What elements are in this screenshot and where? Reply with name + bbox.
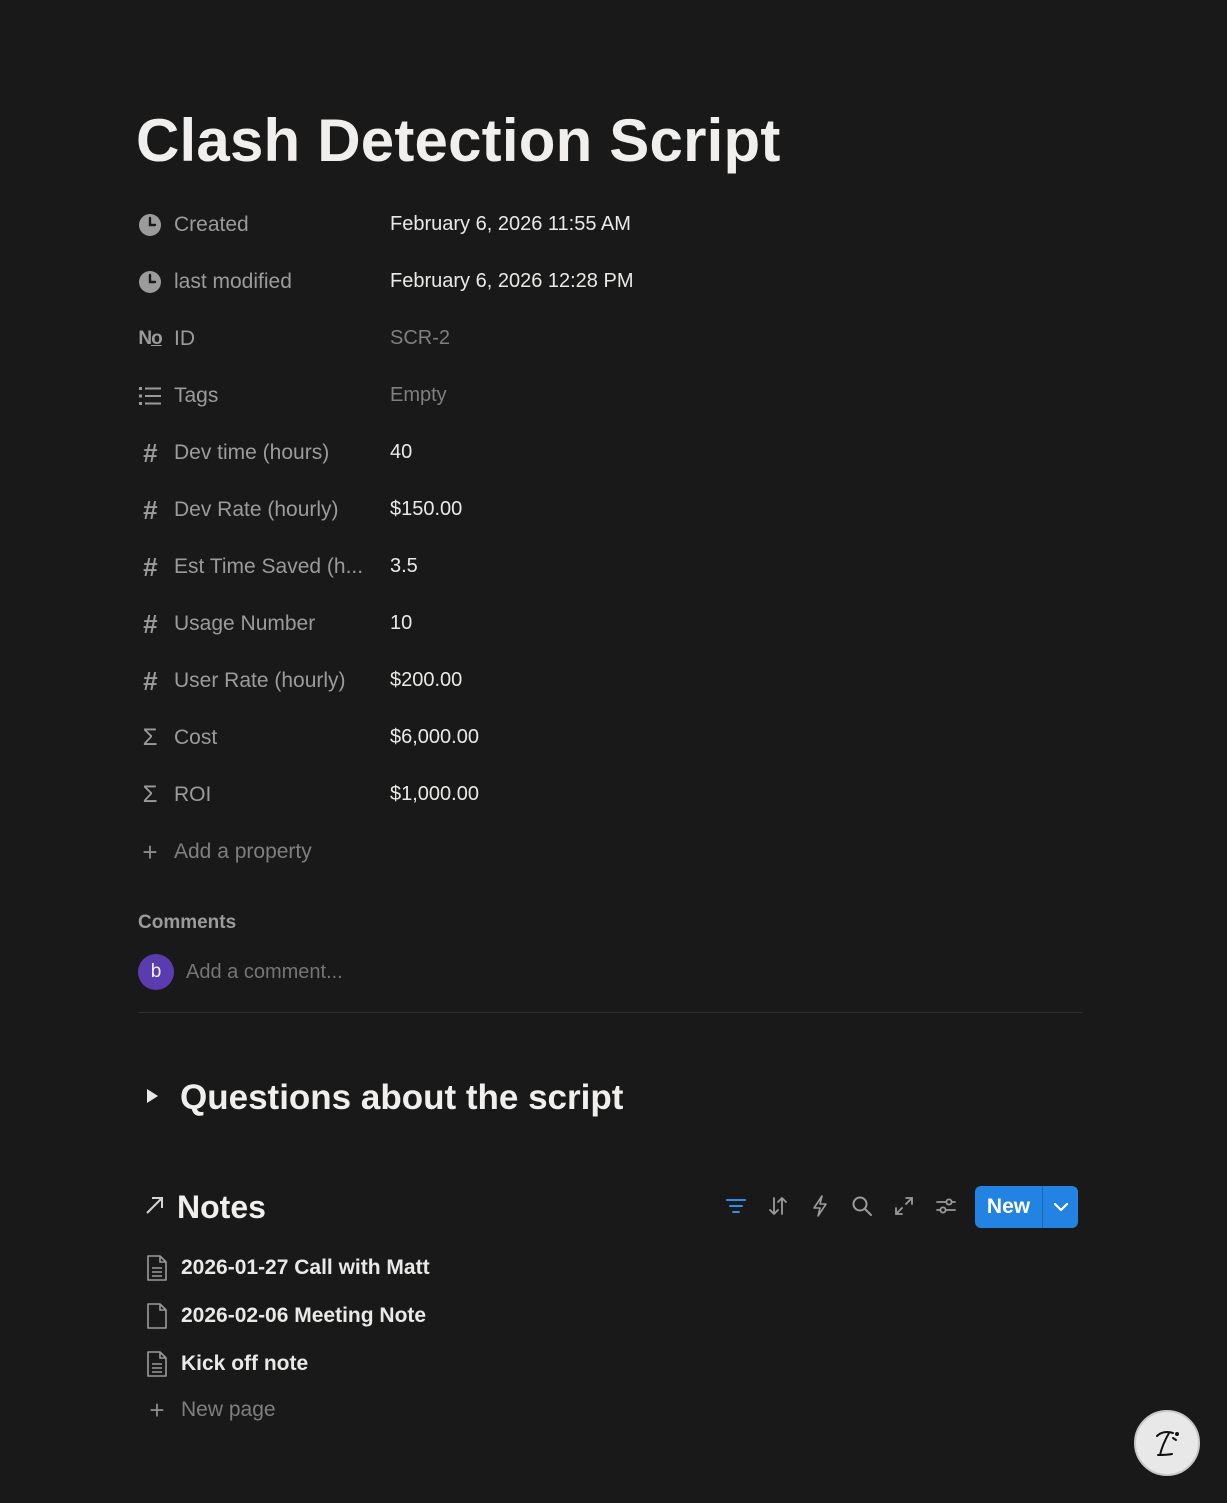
triangle-right-icon[interactable]: [144, 1087, 168, 1110]
list-item[interactable]: 2026-01-27 Call with Matt: [144, 1244, 430, 1292]
toggle-block[interactable]: Questions about the script: [144, 1078, 623, 1118]
add-property-label: Add a property: [174, 839, 312, 863]
property-name: Created: [174, 212, 249, 236]
property-roi[interactable]: Σ ROI $1,000.00: [136, 766, 1082, 823]
lightning-icon[interactable]: [806, 1192, 834, 1220]
list-item[interactable]: Kick off note: [144, 1340, 430, 1388]
hash-icon: #: [142, 437, 158, 468]
property-value[interactable]: $200.00: [390, 669, 462, 692]
comment-input[interactable]: [186, 960, 586, 984]
divider: [138, 1012, 1082, 1013]
database-toolbar: [722, 1192, 960, 1220]
property-est-time-saved[interactable]: # Est Time Saved (h... 3.5: [136, 538, 1082, 595]
new-button[interactable]: New: [975, 1186, 1078, 1228]
property-tags[interactable]: Tags Empty: [136, 367, 1082, 424]
comment-composer[interactable]: b: [138, 954, 586, 990]
note-title[interactable]: Kick off note: [181, 1352, 308, 1376]
arrow-up-right-icon[interactable]: [144, 1194, 166, 1221]
property-name: ID: [174, 326, 195, 350]
note-title[interactable]: 2026-01-27 Call with Matt: [181, 1256, 430, 1280]
property-dev-rate[interactable]: # Dev Rate (hourly) $150.00: [136, 481, 1082, 538]
new-page-button[interactable]: + New page: [144, 1388, 430, 1432]
property-user-rate[interactable]: # User Rate (hourly) $200.00: [136, 652, 1082, 709]
chevron-down-icon[interactable]: [1043, 1201, 1078, 1213]
list-item[interactable]: 2026-02-06 Meeting Note: [144, 1292, 430, 1340]
property-value: $6,000.00: [390, 726, 479, 748]
property-value[interactable]: 3.5: [390, 555, 418, 578]
plus-icon: +: [149, 1395, 165, 1425]
search-icon[interactable]: [848, 1192, 876, 1220]
avatar: b: [138, 954, 174, 990]
property-value: SCR-2: [390, 327, 451, 349]
sigma-icon: Σ: [142, 780, 158, 808]
sort-icon[interactable]: [764, 1192, 792, 1220]
properties-list: Created February 6, 2026 11:55 AM last m…: [136, 196, 1082, 880]
new-button-label[interactable]: New: [975, 1195, 1042, 1219]
property-name: Dev Rate (hourly): [174, 497, 339, 521]
settings-sliders-icon[interactable]: [932, 1192, 960, 1220]
notion-ai-face-icon[interactable]: [1134, 1410, 1200, 1476]
property-value: February 6, 2026 11:55 AM: [390, 213, 631, 235]
property-value[interactable]: 10: [390, 612, 412, 635]
new-page-label: New page: [181, 1398, 276, 1421]
property-name: Cost: [174, 725, 218, 749]
property-value[interactable]: $150.00: [390, 498, 462, 521]
page-title[interactable]: Clash Detection Script: [136, 106, 781, 175]
property-value[interactable]: 40: [390, 441, 412, 464]
property-name: ROI: [174, 782, 212, 806]
notes-title[interactable]: Notes: [177, 1189, 266, 1226]
document-lines-icon: [144, 1349, 170, 1379]
property-name: Usage Number: [174, 611, 316, 635]
hash-icon: #: [142, 494, 158, 525]
hash-icon: #: [142, 608, 158, 639]
add-property-button[interactable]: + Add a property: [136, 823, 1082, 880]
property-last-modified[interactable]: last modified February 6, 2026 12:28 PM: [136, 253, 1082, 310]
property-cost[interactable]: Σ Cost $6,000.00: [136, 709, 1082, 766]
property-value: February 6, 2026 12:28 PM: [390, 270, 634, 292]
list-icon: [136, 382, 164, 410]
filter-icon[interactable]: [722, 1192, 750, 1220]
notes-list: 2026-01-27 Call with Matt 2026-02-06 Mee…: [144, 1244, 430, 1432]
property-value: $1,000.00: [390, 783, 479, 805]
plus-icon: +: [142, 836, 158, 867]
sigma-icon: Σ: [142, 723, 158, 751]
comments-heading: Comments: [138, 912, 237, 933]
property-value[interactable]: Empty: [390, 384, 447, 407]
property-usage-number[interactable]: # Usage Number 10: [136, 595, 1082, 652]
property-name: Dev time (hours): [174, 440, 330, 464]
property-dev-time[interactable]: # Dev time (hours) 40: [136, 424, 1082, 481]
property-created[interactable]: Created February 6, 2026 11:55 AM: [136, 196, 1082, 253]
note-title[interactable]: 2026-02-06 Meeting Note: [181, 1304, 426, 1328]
property-name: User Rate (hourly): [174, 668, 346, 692]
toggle-title[interactable]: Questions about the script: [180, 1078, 623, 1118]
clock-icon: [136, 268, 164, 296]
property-name: Tags: [174, 383, 219, 407]
hash-icon: #: [142, 665, 158, 696]
numero-icon: No: [138, 328, 162, 349]
expand-icon[interactable]: [890, 1192, 918, 1220]
property-name: Est Time Saved (h...: [174, 554, 364, 578]
document-lines-icon: [144, 1253, 170, 1283]
hash-icon: #: [142, 551, 158, 582]
document-blank-icon: [144, 1301, 170, 1331]
clock-icon: [136, 211, 164, 239]
property-name: last modified: [174, 269, 292, 293]
property-id[interactable]: No ID SCR-2: [136, 310, 1082, 367]
notes-database-header: Notes New: [144, 1186, 1082, 1230]
